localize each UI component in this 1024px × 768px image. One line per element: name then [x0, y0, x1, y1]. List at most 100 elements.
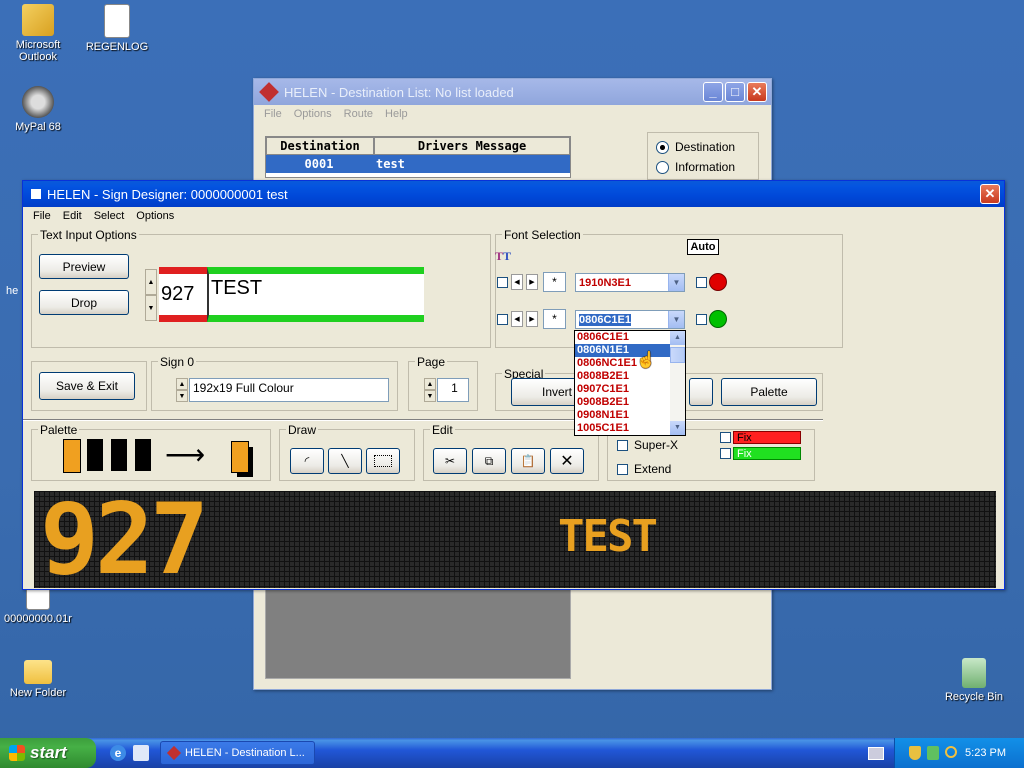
destination-text-box[interactable]: TEST — [207, 267, 424, 322]
sign-spinner[interactable]: ▲ ▼ — [176, 378, 188, 402]
quicklaunch-desktop-icon[interactable] — [133, 745, 149, 761]
drop-button[interactable]: Drop — [39, 290, 129, 315]
special-button-hidden[interactable] — [689, 378, 713, 406]
font-row1-select[interactable]: 1910N3E1 ▼ — [575, 273, 685, 292]
keyboard-icon[interactable] — [868, 747, 884, 760]
search-icon[interactable] — [945, 746, 957, 758]
draw-curve-button[interactable]: ◜ — [290, 448, 324, 474]
menu-edit[interactable]: Edit — [57, 210, 88, 222]
dropdown-scrollbar[interactable]: ▲ ▼ — [670, 331, 685, 435]
close-button[interactable]: ✕ — [980, 184, 1000, 204]
route-number-box[interactable]: 927 — [159, 267, 207, 322]
spin-up-icon[interactable]: ▲ — [176, 378, 188, 390]
led-sign-display[interactable]: 927 TEST — [34, 491, 996, 588]
palette-button[interactable]: Palette — [721, 378, 817, 406]
quicklaunch-ie-icon[interactable]: e — [110, 745, 126, 761]
font-row2-prev-button[interactable]: ◀ — [511, 311, 523, 327]
network-icon[interactable] — [927, 746, 939, 760]
minimize-button[interactable]: _ — [703, 82, 723, 102]
fix-green-checkbox[interactable] — [720, 448, 731, 459]
font-row1-star[interactable]: * — [543, 272, 566, 292]
font-row2-next-button[interactable]: ▶ — [526, 311, 538, 327]
preview-button[interactable]: Preview — [39, 254, 129, 279]
draw-rectangle-button[interactable] — [366, 448, 400, 474]
spin-down-icon[interactable]: ▼ — [176, 390, 188, 402]
superx-checkbox[interactable] — [617, 440, 628, 451]
font-row1-color-checkbox[interactable] — [696, 277, 707, 288]
menu-select[interactable]: Select — [88, 210, 131, 222]
page-field[interactable]: 1 — [437, 378, 469, 402]
dropdown-option[interactable]: 0808B2E1 — [575, 370, 671, 383]
copy-button[interactable]: ⧉ — [472, 448, 506, 474]
palette-current-color[interactable] — [231, 441, 253, 477]
table-row[interactable]: 0001 test — [266, 155, 570, 173]
menu-route[interactable]: Route — [338, 108, 379, 120]
column-header-destination[interactable]: Destination — [266, 137, 374, 155]
font-row2-checkbox[interactable] — [497, 314, 508, 325]
scroll-thumb[interactable] — [670, 347, 685, 363]
invert-button[interactable]: Invert — [511, 378, 577, 406]
save-exit-button[interactable]: Save & Exit — [39, 372, 135, 400]
shield-icon[interactable] — [909, 746, 921, 760]
paste-button[interactable]: 📋 — [511, 448, 545, 474]
close-button[interactable]: ✕ — [747, 82, 767, 102]
fix-green-swatch[interactable]: Fix — [733, 447, 801, 460]
dropdown-option[interactable]: 0907C1E1 — [575, 383, 671, 396]
sign-titlebar[interactable]: HELEN - Sign Designer: 0000000001 test ✕ — [23, 181, 1004, 207]
spin-up-icon[interactable]: ▲ — [424, 378, 436, 390]
font-row1-next-button[interactable]: ▶ — [526, 274, 538, 290]
draw-line-button[interactable]: ╲ — [328, 448, 362, 474]
column-header-drivers-message[interactable]: Drivers Message — [374, 137, 570, 155]
chevron-down-icon[interactable]: ▼ — [668, 311, 684, 328]
scroll-up-icon[interactable]: ▲ — [670, 331, 685, 345]
chevron-down-icon[interactable]: ▼ — [668, 274, 684, 291]
spin-down-icon[interactable]: ▼ — [424, 390, 436, 402]
desktop-icon-outlook[interactable]: Microsoft Outlook — [0, 4, 76, 63]
font-dropdown-list[interactable]: 0806C1E1 0806N1E1 0806NC1E1 0808B2E1 090… — [574, 330, 686, 436]
desktop-icon-regenlog[interactable]: REGENLOG — [79, 4, 155, 53]
menu-file[interactable]: File — [258, 108, 288, 120]
dropdown-option[interactable]: 0908B2E1 — [575, 396, 671, 409]
font-row1-prev-button[interactable]: ◀ — [511, 274, 523, 290]
menu-options[interactable]: Options — [130, 210, 180, 222]
dropdown-option[interactable]: 0908N1E1 — [575, 409, 671, 422]
destination-table[interactable]: Destination Drivers Message 0001 test — [265, 136, 571, 178]
palette-swatch-black[interactable] — [87, 439, 103, 471]
radio-information[interactable]: Information — [656, 160, 735, 174]
menu-options[interactable]: Options — [288, 108, 338, 120]
menu-help[interactable]: Help — [379, 108, 414, 120]
palette-swatch-orange[interactable] — [63, 439, 81, 473]
desktop-icon-recycle-bin[interactable]: Recycle Bin — [936, 658, 1012, 703]
radio-destination[interactable]: Destination — [656, 140, 735, 154]
spin-down-icon[interactable]: ▼ — [145, 295, 157, 321]
dropdown-option[interactable]: 0806NC1E1 — [575, 357, 671, 370]
cut-button[interactable]: ✂ — [433, 448, 467, 474]
desktop-icon-mypal[interactable]: MyPal 68 — [0, 86, 76, 133]
desktop-icon-new-folder[interactable]: New Folder — [0, 660, 76, 699]
dropdown-option[interactable]: 0806C1E1 — [575, 331, 671, 344]
start-button[interactable]: start — [0, 738, 96, 768]
fix-red-checkbox[interactable] — [720, 432, 731, 443]
font-row2-star[interactable]: * — [543, 309, 566, 329]
delete-button[interactable]: ✕ — [550, 448, 584, 474]
text-spinner[interactable]: ▲ ▼ — [145, 269, 157, 321]
extend-checkbox[interactable] — [617, 464, 628, 475]
dropdown-option-selected[interactable]: 0806N1E1 — [575, 344, 671, 357]
auto-button[interactable]: Auto — [687, 239, 719, 255]
maximize-button[interactable]: □ — [725, 82, 745, 102]
font-row2-color-checkbox[interactable] — [696, 314, 707, 325]
dropdown-option[interactable]: 1005C1E1 — [575, 422, 671, 435]
page-spinner[interactable]: ▲ ▼ — [424, 378, 436, 402]
fix-red-swatch[interactable]: Fix — [733, 431, 801, 444]
spin-up-icon[interactable]: ▲ — [145, 269, 157, 295]
menu-file[interactable]: File — [27, 210, 57, 222]
dest-titlebar[interactable]: HELEN - Destination List: No list loaded… — [254, 79, 771, 105]
font-row2-select[interactable]: 0806C1E1 ▼ — [575, 310, 685, 329]
palette-swatch-black[interactable] — [111, 439, 127, 471]
palette-swatch-black[interactable] — [135, 439, 151, 471]
font-row1-checkbox[interactable] — [497, 277, 508, 288]
desktop-icon-file[interactable]: 00000000.01r — [0, 584, 76, 625]
sign-type-field[interactable]: 192x19 Full Colour — [189, 378, 389, 402]
taskbar-task-destination[interactable]: HELEN - Destination L... — [160, 741, 315, 765]
scroll-down-icon[interactable]: ▼ — [670, 421, 685, 435]
